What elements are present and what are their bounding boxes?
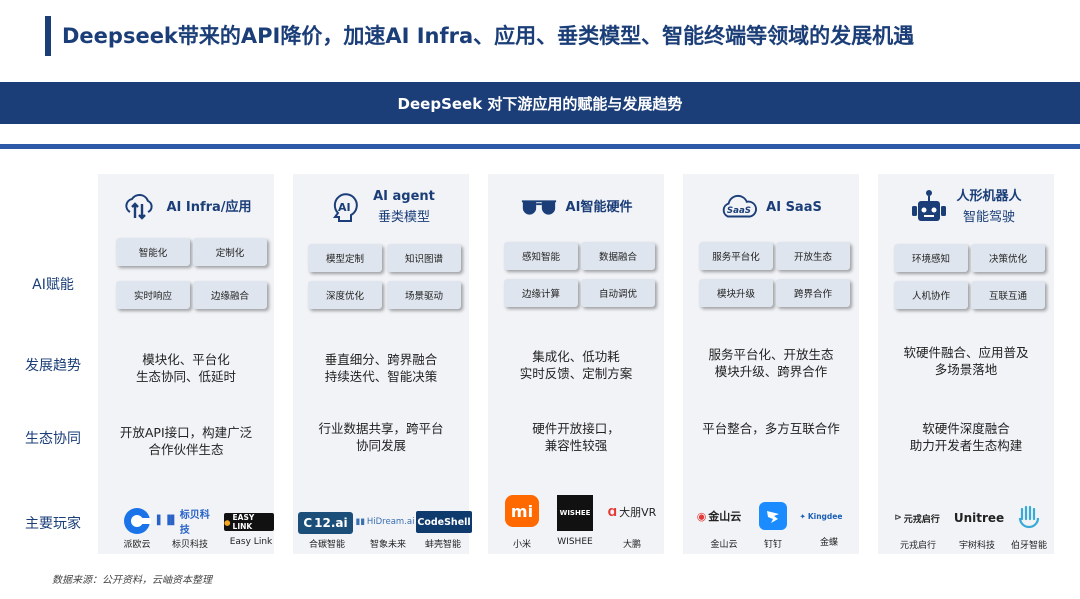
title-accent-bar — [45, 16, 51, 56]
chip: 场景驱动 — [387, 281, 461, 309]
logo-hetan: C 12.ai — [298, 512, 353, 534]
chip: 边缘计算 — [504, 279, 578, 307]
chip: 开放生态 — [776, 242, 850, 270]
chip: 决策优化 — [971, 244, 1045, 272]
player-caption: 合碳智能 — [308, 540, 345, 550]
player-caption: Easy Link — [229, 537, 273, 547]
logo-kingsoft-cloud: ◉ 金山云 — [696, 509, 742, 524]
logo-biaobei: ▌▐▌ 标贝科技 — [157, 510, 210, 536]
saas-cloud-icon: SaaS — [720, 188, 758, 226]
chip: 数据融合 — [581, 242, 655, 270]
row-label-enable: AI赋能 — [32, 277, 74, 293]
chip: 服务平台化 — [699, 242, 773, 270]
column-title: 人形机器人 — [956, 189, 1022, 204]
chip: 感知智能 — [504, 242, 578, 270]
chip: 深度优化 — [308, 281, 382, 309]
svg-text:SaaS: SaaS — [727, 206, 751, 216]
column-ai-infra: AI Infra/应用 智能化 定制化 实时响应 边缘融合 模块化、平台化 生态协… — [98, 174, 274, 554]
column-header: 人形机器人 智能驾驶 — [878, 182, 1054, 232]
logo-easylink: ● EASY LINK — [224, 513, 274, 531]
ai-head-icon: AI — [327, 188, 365, 226]
logo-hidream: ▮▮ HiDream.ai — [355, 517, 415, 527]
logo-boya — [1016, 504, 1042, 532]
column-subtitle: 智能驾驶 — [962, 210, 1015, 225]
logo-codeshell: CodeShell — [416, 511, 472, 533]
chip: 人机协作 — [894, 281, 968, 309]
column-header: AI AI agent 垂类模型 — [293, 182, 469, 232]
player-caption: WISHEE — [557, 537, 593, 547]
page-title: Deepseek带来的API降价，加速AI Infra、应用、垂类模型、智能终端… — [62, 24, 915, 48]
section-banner: DeepSeek 对下游应用的赋能与发展趋势 — [0, 82, 1080, 124]
player-caption: 元戎启行 — [899, 541, 936, 551]
row-label-players: 主要玩家 — [25, 516, 81, 532]
row-label-eco: 生态协同 — [25, 431, 81, 447]
eco-text: 硬件开放接口， 兼容性较强 — [532, 421, 620, 453]
eco-text: 开放API接口，构建广泛 合作伙伴生态 — [119, 425, 253, 457]
player-caption: 钉钉 — [763, 540, 782, 550]
trend-text: 服务平台化、开放生态 模块升级、跨界合作 — [708, 347, 834, 379]
trend-text: 垂直细分、跨界融合 持续迭代、智能决策 — [324, 352, 438, 384]
chip: 定制化 — [193, 238, 267, 266]
logo-dingtalk — [759, 502, 787, 530]
column-ai-agent: AI AI agent 垂类模型 模型定制 知识图谱 深度优化 场景驱动 垂直细分… — [293, 174, 469, 554]
chip: 环境感知 — [894, 244, 968, 272]
column-title: AI Infra/应用 — [166, 199, 252, 215]
column-header: SaaS AI SaaS — [683, 182, 859, 232]
column-ai-saas: SaaS AI SaaS 服务平台化 开放生态 模块升级 跨界合作 服务平台化、… — [683, 174, 859, 554]
svg-text:AI: AI — [338, 201, 351, 214]
logo-wishee: WISHEE — [557, 495, 593, 531]
cloud-transfer-icon — [120, 188, 158, 226]
chip: 模块升级 — [699, 279, 773, 307]
logo-kingdee: ✦ Kingdee — [799, 511, 843, 521]
column-title: AI agent — [373, 189, 435, 204]
player-caption: 金蝶 — [819, 538, 838, 548]
logo-unitree: Unitree — [953, 511, 1005, 525]
eco-text: 平台整合，多方互联合作 — [702, 421, 840, 436]
logo-deeproute: ⊳ 元戎启行 — [894, 513, 940, 525]
eco-text: 软硬件深度融合 助力开发者生态构建 — [909, 421, 1023, 453]
chip: 互联互通 — [971, 281, 1045, 309]
trend-text: 软硬件融合、应用普及 多场景落地 — [903, 345, 1029, 377]
chip: 跨界合作 — [776, 279, 850, 307]
smart-glasses-icon — [520, 188, 558, 226]
chip: 知识图谱 — [387, 244, 461, 272]
column-title: AI智能硬件 — [565, 199, 633, 215]
column-title: AI SaaS — [766, 199, 822, 215]
column-header: AI Infra/应用 — [98, 182, 274, 232]
logo-paiou — [121, 506, 153, 536]
column-header: AI智能硬件 — [488, 182, 664, 232]
chip: 边缘融合 — [193, 281, 267, 309]
divider-stripe — [0, 144, 1080, 149]
chip: 智能化 — [116, 238, 190, 266]
column-robotics: 人形机器人智能驾驶 环境感知 决策优化 人机协作 互联互通 软硬件融合、应用普及… — [878, 174, 1054, 554]
chip: 实时响应 — [116, 281, 190, 309]
logo-dapeng: Ɑ 大朋VR — [607, 505, 657, 520]
player-caption: 伯牙智能 — [1010, 541, 1047, 551]
column-subtitle: 垂类模型 — [377, 210, 430, 225]
eco-text: 行业数据共享，跨平台 协同发展 — [318, 421, 444, 453]
source-note: 数据来源：公开资料，云岫资本整理 — [52, 575, 212, 586]
trend-text: 模块化、平台化 生态协同、低延时 — [135, 352, 236, 384]
player-caption: 大鹏 — [622, 540, 641, 550]
robot-icon — [910, 188, 948, 226]
chip: 模型定制 — [308, 244, 382, 272]
logo-xiaomi: mi — [505, 495, 539, 527]
player-caption: 标贝科技 — [171, 540, 208, 550]
player-caption: 蚌壳智能 — [424, 540, 461, 550]
trend-text: 集成化、低功耗 实时反馈、定制方案 — [519, 349, 633, 381]
chip: 自动调优 — [581, 279, 655, 307]
row-label-trend: 发展趋势 — [25, 358, 81, 374]
